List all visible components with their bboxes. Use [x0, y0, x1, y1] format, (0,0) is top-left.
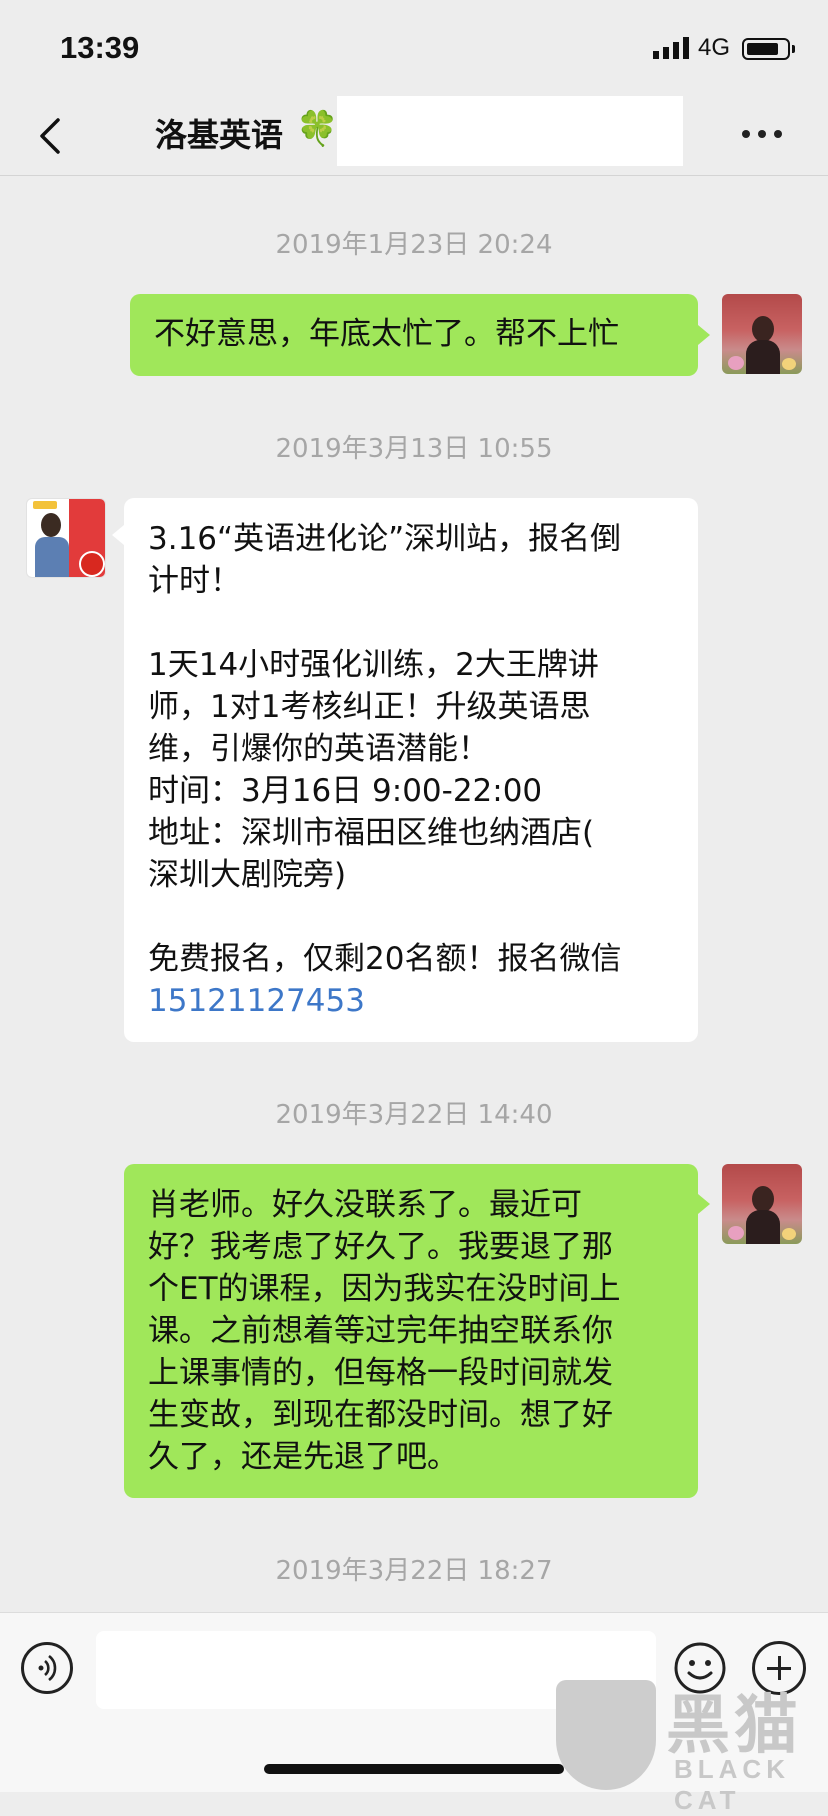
- watermark-en: BLACK CAT: [674, 1754, 790, 1815]
- message-timestamp: 2019年3月22日 18:27: [275, 1556, 553, 1586]
- chat-header: 洛基英语 🍀: [0, 96, 828, 176]
- status-time: 13:39: [60, 30, 140, 65]
- my-message-bubble[interactable]: 不好意思，年底太忙了。帮不上忙: [130, 294, 698, 376]
- bubble-tail: [698, 325, 710, 345]
- contact-message-bubble[interactable]: 3.16“英语进化论”深圳站，报名倒 计时！ 1天14小时强化训练，2大王牌讲 …: [124, 498, 698, 1042]
- my-avatar[interactable]: [722, 1164, 802, 1244]
- voice-icon[interactable]: [21, 1642, 73, 1694]
- watermark: 黑猫 BLACK CAT: [556, 1670, 826, 1815]
- message-timestamp: 2019年1月23日 20:24: [275, 230, 553, 260]
- ellipsis-icon[interactable]: [742, 130, 782, 140]
- chevron-left-icon[interactable]: [38, 114, 62, 158]
- phone-number-link[interactable]: 15121127453: [148, 983, 365, 1019]
- cat-shield-icon: [556, 1680, 656, 1790]
- clover-emoji: 🍀: [296, 109, 339, 149]
- contact-avatar[interactable]: [26, 498, 106, 578]
- chat-title: 洛基英语: [155, 116, 284, 154]
- battery-fill: [747, 43, 778, 55]
- network-type: 4G: [698, 34, 731, 61]
- my-message-bubble[interactable]: 肖老师。好久没联系了。最近可 好？我考虑了好久了。我要退了那 个ET的课程，因为…: [124, 1164, 698, 1498]
- message-text: 3.16“英语进化论”深圳站，报名倒 计时！ 1天14小时强化训练，2大王牌讲 …: [148, 521, 622, 977]
- battery-tip: [792, 45, 795, 53]
- message-timestamp: 2019年3月13日 10:55: [275, 434, 553, 464]
- signal-icon: [653, 37, 689, 59]
- redacted-area: [337, 96, 683, 166]
- status-bar: 13:39 4G: [0, 0, 828, 96]
- home-indicator[interactable]: [264, 1764, 564, 1774]
- watermark-cn: 黑猫: [666, 1689, 802, 1763]
- message-timestamp: 2019年3月22日 14:40: [275, 1100, 553, 1130]
- battery-icon: [742, 38, 790, 60]
- my-avatar[interactable]: [722, 294, 802, 374]
- bubble-tail: [698, 1194, 710, 1214]
- bubble-tail: [112, 525, 124, 545]
